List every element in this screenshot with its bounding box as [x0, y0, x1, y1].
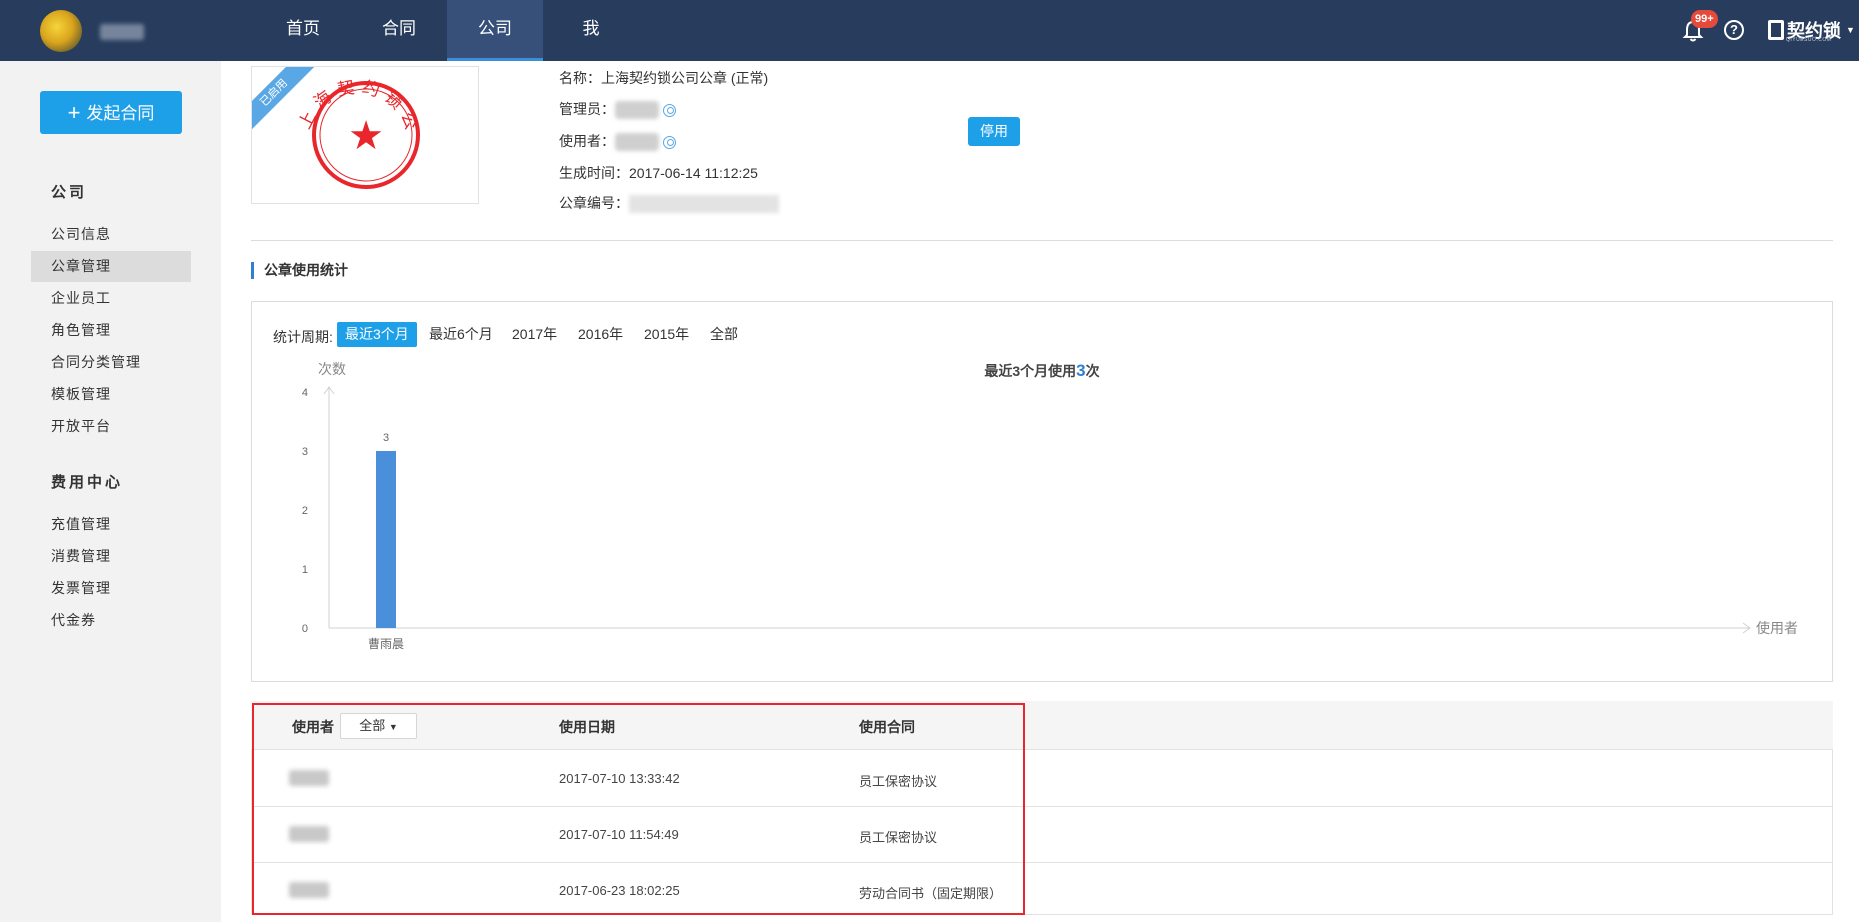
seal-code-label: 公章编号：: [559, 195, 629, 211]
username-redacted: [100, 24, 144, 40]
plus-icon: +: [67, 100, 81, 125]
notification-badge: 99+: [1691, 10, 1718, 28]
chart-bar: [376, 451, 396, 628]
seal-name: 名称：上海契约锁公司公章 (正常): [559, 70, 769, 86]
person-icon[interactable]: [663, 135, 676, 149]
period-last-6-months[interactable]: 最近6个月: [421, 322, 501, 347]
chevron-down-icon: ▼: [1846, 25, 1855, 35]
period-label: 统计周期:: [273, 329, 333, 345]
sidebar-item-employees[interactable]: 企业员工: [31, 283, 191, 314]
highlight-frame: [252, 703, 1025, 915]
seal-created-time: 生成时间：2017-06-14 11:12:25: [559, 165, 758, 181]
admin-name-redacted: [615, 101, 659, 120]
seal-admin-label: 管理员：: [559, 101, 615, 117]
sidebar: + 发起合同 公司 公司信息 公章管理 企业员工 角色管理 合同分类管理 模板管理…: [0, 61, 221, 922]
x-tick-label: 曹雨晨: [368, 637, 404, 651]
sidebar-item-vouchers[interactable]: 代金券: [31, 605, 191, 636]
period-2017[interactable]: 2017年: [504, 322, 565, 347]
sidebar-item-company-info[interactable]: 公司信息: [31, 219, 191, 250]
x-axis-label: 使用者: [1756, 620, 1798, 636]
sidebar-item-consumption[interactable]: 消费管理: [31, 541, 191, 572]
usage-bar-chart: 0 1 2 3 4 次数使用者 最近3个月使用3次 3 曹雨晨: [302, 361, 1798, 651]
bar-value-label: 3: [383, 432, 389, 444]
period-all[interactable]: 全部: [702, 322, 746, 347]
sidebar-item-open-platform[interactable]: 开放平台: [31, 411, 191, 442]
disable-seal-button[interactable]: 停用: [968, 117, 1020, 146]
seal-user-row: 使用者：: [559, 131, 676, 152]
y-tick-label: 3: [302, 446, 308, 458]
stamp-star-icon: ★: [348, 114, 384, 158]
nav-company[interactable]: 公司: [447, 0, 543, 61]
sidebar-item-contract-categories[interactable]: 合同分类管理: [31, 347, 191, 378]
chart-title: 最近3个月使用3次: [984, 361, 1099, 380]
seal-code-redacted: [629, 195, 779, 214]
seal-admin-row: 管理员：: [559, 99, 676, 120]
sidebar-section-billing: 费用中心: [51, 474, 124, 491]
user-name-redacted: [615, 133, 659, 152]
y-tick-label: 0: [302, 623, 308, 635]
period-2015[interactable]: 2015年: [636, 322, 697, 347]
sidebar-item-invoices[interactable]: 发票管理: [31, 573, 191, 604]
avatar[interactable]: [40, 10, 82, 52]
help-icon[interactable]: ?: [1724, 20, 1744, 40]
top-navigation-bar: 首页 合同 公司 我 99+ ? 契约锁 QIYUESUO.COM ▼: [0, 0, 1859, 61]
period-2016[interactable]: 2016年: [570, 322, 631, 347]
main-nav: 首页 合同 公司 我: [255, 0, 639, 61]
seal-preview: 已启用 上海契约锁公司 ★: [251, 66, 479, 204]
divider: [251, 240, 1833, 241]
sidebar-section-company: 公司: [51, 184, 88, 201]
nav-me[interactable]: 我: [543, 0, 639, 61]
y-axis-label: 次数: [318, 361, 346, 377]
person-icon[interactable]: [663, 103, 676, 117]
nav-contracts[interactable]: 合同: [351, 0, 447, 61]
new-contract-button[interactable]: + 发起合同: [40, 91, 182, 134]
nav-home[interactable]: 首页: [255, 0, 351, 61]
new-contract-label: 发起合同: [86, 104, 155, 123]
seal-code-row: 公章编号：: [559, 193, 779, 214]
brand-logo-subtext: QIYUESUO.COM: [1786, 37, 1832, 43]
sidebar-item-roles[interactable]: 角色管理: [31, 315, 191, 346]
stats-section-title: 公章使用统计: [251, 262, 348, 279]
period-last-3-months[interactable]: 最近3个月: [337, 322, 417, 347]
y-tick-label: 2: [302, 505, 308, 517]
logo-mark-icon: [1768, 20, 1784, 40]
seal-user-label: 使用者：: [559, 133, 615, 149]
sidebar-item-seal-management[interactable]: 公章管理: [31, 251, 191, 282]
y-tick-label: 1: [302, 564, 308, 576]
y-tick-label: 4: [302, 387, 308, 399]
sidebar-item-templates[interactable]: 模板管理: [31, 379, 191, 410]
sidebar-item-recharge[interactable]: 充值管理: [31, 509, 191, 540]
brand-logo[interactable]: 契约锁 QIYUESUO.COM ▼: [1768, 17, 1855, 43]
